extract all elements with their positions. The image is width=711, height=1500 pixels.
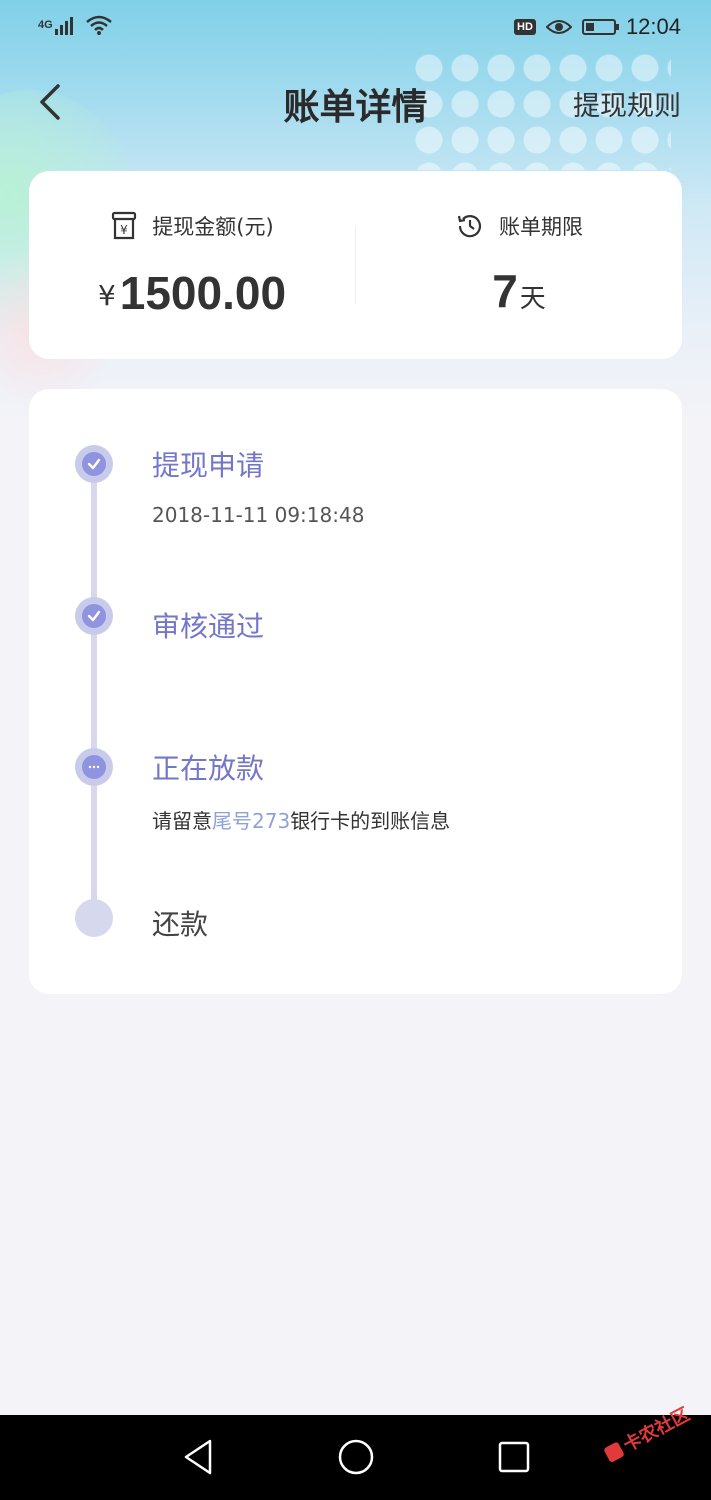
step-title: 还款 — [152, 908, 209, 941]
step-note: 请留意尾号273银行卡的到账信息 — [152, 805, 450, 834]
svg-text:¥: ¥ — [120, 223, 128, 237]
clock-history-icon — [457, 215, 482, 238]
amount-label: 提现金额(元) — [152, 215, 274, 239]
nav-recents-button[interactable] — [492, 1435, 536, 1479]
check-icon — [87, 610, 101, 622]
network-type: 4G — [38, 19, 53, 31]
period-label: 账单期限 — [499, 215, 583, 239]
step-in-progress-node — [75, 748, 113, 786]
timeline-line — [91, 464, 97, 924]
nav-back-button[interactable] — [176, 1435, 220, 1479]
ellipsis-icon — [88, 765, 100, 769]
hd-badge: HD — [514, 19, 536, 35]
note-prefix: 请留意 — [152, 809, 212, 833]
withdraw-rules-link[interactable]: 提现规则 — [573, 84, 681, 123]
watermark-logo: 卡农社区 — [593, 1398, 703, 1468]
summary-card: ¥ 提现金额(元) ¥1500.00 账单期限 7天 — [29, 171, 682, 359]
receipt-yuan-icon: ¥ — [112, 211, 137, 240]
status-bar: 4G HD 12:04 — [0, 0, 711, 60]
eye-icon — [545, 20, 572, 34]
period-number: 7 — [492, 265, 518, 317]
amount-section: ¥ 提现金额(元) ¥1500.00 — [29, 171, 355, 359]
period-section: 账单期限 7天 — [356, 171, 682, 359]
check-icon — [87, 458, 101, 470]
period-value: 7天 — [356, 264, 682, 318]
card-tail-number: 尾号273 — [212, 809, 291, 833]
signal-icon — [54, 17, 73, 35]
square-recents-icon — [498, 1441, 530, 1473]
step-done-node — [75, 445, 113, 483]
step-title: 正在放款 — [152, 752, 265, 785]
step-done-node — [75, 597, 113, 635]
wifi-icon — [85, 15, 112, 35]
currency-symbol: ¥ — [97, 279, 116, 312]
navigation-bar: 账单详情 提现规则 — [0, 62, 711, 142]
step-pending-node — [75, 899, 113, 937]
triangle-back-icon — [184, 1439, 212, 1475]
svg-text:卡农社区: 卡农社区 — [619, 1403, 693, 1456]
note-suffix: 银行卡的到账信息 — [290, 809, 451, 833]
step-title: 提现申请 — [152, 449, 265, 482]
amount-number: 1500.00 — [119, 267, 287, 319]
nav-home-button[interactable] — [334, 1435, 378, 1479]
step-timestamp: 2018-11-11 09:18:48 — [152, 503, 365, 527]
circle-home-icon — [338, 1439, 374, 1475]
battery-icon — [581, 19, 619, 35]
progress-timeline: 提现申请 2018-11-11 09:18:48 审核通过 正在放款 请留意尾号… — [29, 389, 682, 994]
step-title: 审核通过 — [152, 610, 265, 643]
amount-value: ¥1500.00 — [29, 266, 355, 320]
period-unit: 天 — [519, 284, 546, 314]
status-time: 12:04 — [625, 14, 681, 39]
